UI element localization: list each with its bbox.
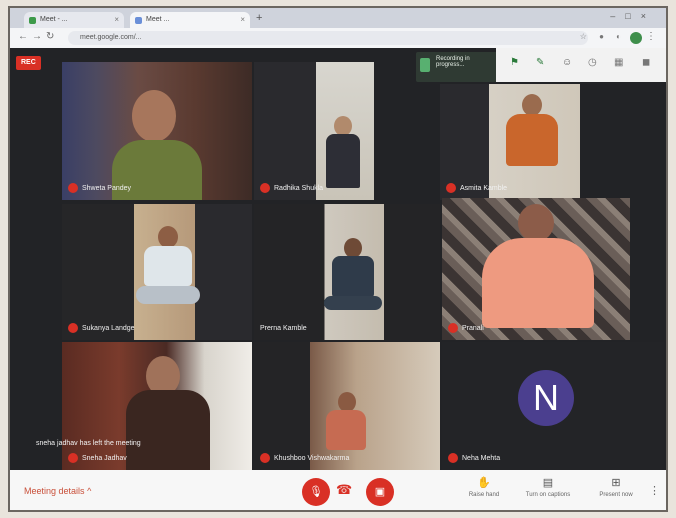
participant-tile[interactable]: N Neha Mehta bbox=[442, 342, 664, 470]
participant-figure bbox=[334, 116, 352, 136]
browser-tab-bar: Meet - ... × Meet ... × + –□× bbox=[10, 8, 666, 28]
captions-button[interactable]: ▤ Turn on captions bbox=[518, 476, 578, 498]
participant-name: Pranali bbox=[448, 323, 484, 334]
chat-icon[interactable]: ✎ bbox=[536, 57, 544, 68]
recording-toast: Recording in progress... bbox=[416, 52, 502, 82]
tab-label: Meet ... bbox=[146, 16, 170, 23]
participant-figure bbox=[344, 238, 362, 258]
participant-avatar: N bbox=[518, 370, 574, 426]
meet-control-bar: Meeting details ^ 🎙 ☎ ▣ ✋ Raise hand ▤ Tur… bbox=[10, 470, 666, 510]
mic-off-icon bbox=[260, 183, 270, 194]
mic-off-icon bbox=[448, 323, 458, 334]
close-tab-icon[interactable]: × bbox=[114, 12, 119, 28]
meet-video-grid: Shweta Pandey Radhika Shukla Asmita Kamb… bbox=[10, 48, 666, 470]
participant-tile[interactable]: Khushboo Vishwakarma bbox=[254, 342, 440, 470]
participant-name: Shweta Pandey bbox=[68, 183, 131, 194]
browser-menu-icon[interactable]: ⋮ bbox=[646, 31, 656, 42]
participant-name: Sneha Jadhav bbox=[68, 453, 127, 464]
mic-off-icon bbox=[68, 323, 78, 334]
recording-badge: REC bbox=[16, 56, 41, 70]
participant-tile[interactable]: Sukanya Landge bbox=[62, 204, 252, 340]
self-view-icon[interactable]: ◼ bbox=[642, 57, 650, 68]
mic-off-icon bbox=[446, 183, 456, 194]
present-now-button[interactable]: ⊞ Present now bbox=[586, 476, 646, 498]
meet-top-toolbar: ⚑ ✎ ☺ ◷ ▦ ◼ bbox=[496, 48, 666, 82]
back-icon[interactable]: ← bbox=[18, 31, 28, 42]
participant-tile[interactable]: Sneha Jadhav bbox=[62, 342, 252, 470]
participant-figure bbox=[144, 246, 192, 286]
participant-figure bbox=[522, 94, 542, 116]
camera-toggle-button[interactable]: ▣ bbox=[366, 478, 394, 506]
tab-favicon-icon bbox=[135, 17, 142, 24]
participant-name: Asmita Kamble bbox=[446, 183, 507, 194]
participant-tile[interactable]: Prerna Kamble bbox=[254, 204, 440, 340]
participants-icon[interactable]: ⚑ bbox=[510, 57, 519, 68]
window-controls[interactable]: –□× bbox=[610, 11, 656, 21]
hand-icon: ✋ bbox=[477, 477, 491, 489]
participant-figure bbox=[158, 226, 178, 248]
meet-favicon-icon bbox=[29, 17, 36, 24]
profile-avatar[interactable] bbox=[630, 32, 642, 44]
tab-label: Meet - ... bbox=[40, 16, 68, 23]
participant-figure bbox=[126, 390, 210, 470]
chevron-up-icon: ^ bbox=[87, 486, 92, 496]
participant-name: Khushboo Vishwakarma bbox=[260, 453, 349, 464]
participant-figure bbox=[326, 410, 366, 450]
mic-off-icon bbox=[68, 453, 78, 464]
grid-icon[interactable]: ▦ bbox=[614, 57, 623, 68]
hang-up-button[interactable]: ☎ bbox=[336, 482, 352, 498]
present-icon: ⊞ bbox=[611, 477, 621, 489]
left-meeting-notice: sneha jadhav has left the meeting bbox=[36, 440, 141, 447]
browser-address-bar: ← → ↻ meet.google.com/... ☆ ● ◐ ⋮ bbox=[10, 28, 666, 48]
reload-icon[interactable]: ↻ bbox=[46, 31, 54, 42]
mic-toggle-button[interactable]: 🎙 bbox=[302, 478, 330, 506]
participant-figure bbox=[324, 296, 382, 310]
participant-figure bbox=[482, 238, 594, 328]
clock-icon: ◷ bbox=[588, 57, 597, 68]
extension-icons[interactable]: ☆ ● ◐ bbox=[580, 32, 626, 41]
meeting-details-button[interactable]: Meeting details ^ bbox=[24, 486, 91, 496]
mic-off-icon bbox=[260, 453, 270, 464]
close-tab-icon[interactable]: × bbox=[240, 12, 245, 28]
url-input[interactable]: meet.google.com/... bbox=[68, 31, 588, 45]
more-options-icon[interactable]: ⋮ bbox=[649, 484, 660, 497]
participant-figure bbox=[136, 286, 200, 304]
participant-name: Neha Mehta bbox=[448, 453, 500, 464]
participant-figure bbox=[506, 114, 558, 166]
monitor-screen: Meet - ... × Meet ... × + –□× ← → ↻ meet… bbox=[8, 6, 668, 512]
participant-name: Radhika Shukla bbox=[260, 183, 323, 194]
participant-figure bbox=[332, 256, 374, 298]
participant-figure bbox=[338, 392, 356, 412]
people-icon[interactable]: ☺ bbox=[562, 57, 572, 68]
participant-name: Prerna Kamble bbox=[260, 325, 307, 332]
participant-figure bbox=[518, 204, 554, 242]
participant-figure bbox=[326, 134, 360, 188]
forward-icon[interactable]: → bbox=[32, 31, 42, 42]
participant-tile[interactable]: Pranali bbox=[442, 198, 630, 340]
mic-off-icon bbox=[448, 453, 458, 464]
browser-tab-1[interactable]: Meet - ... × bbox=[24, 12, 124, 28]
new-tab-button[interactable]: + bbox=[256, 12, 262, 24]
participant-tile[interactable]: Shweta Pandey bbox=[62, 62, 252, 200]
participant-tile[interactable]: Asmita Kamble bbox=[440, 84, 580, 200]
browser-tab-2[interactable]: Meet ... × bbox=[130, 12, 250, 28]
captions-icon: ▤ bbox=[542, 477, 554, 489]
recording-icon bbox=[420, 58, 430, 72]
mic-off-icon bbox=[68, 183, 78, 194]
participant-name: Sukanya Landge bbox=[68, 323, 135, 334]
participant-tile[interactable]: Radhika Shukla bbox=[254, 62, 374, 200]
raise-hand-button[interactable]: ✋ Raise hand bbox=[454, 476, 514, 498]
participant-figure bbox=[132, 90, 176, 142]
